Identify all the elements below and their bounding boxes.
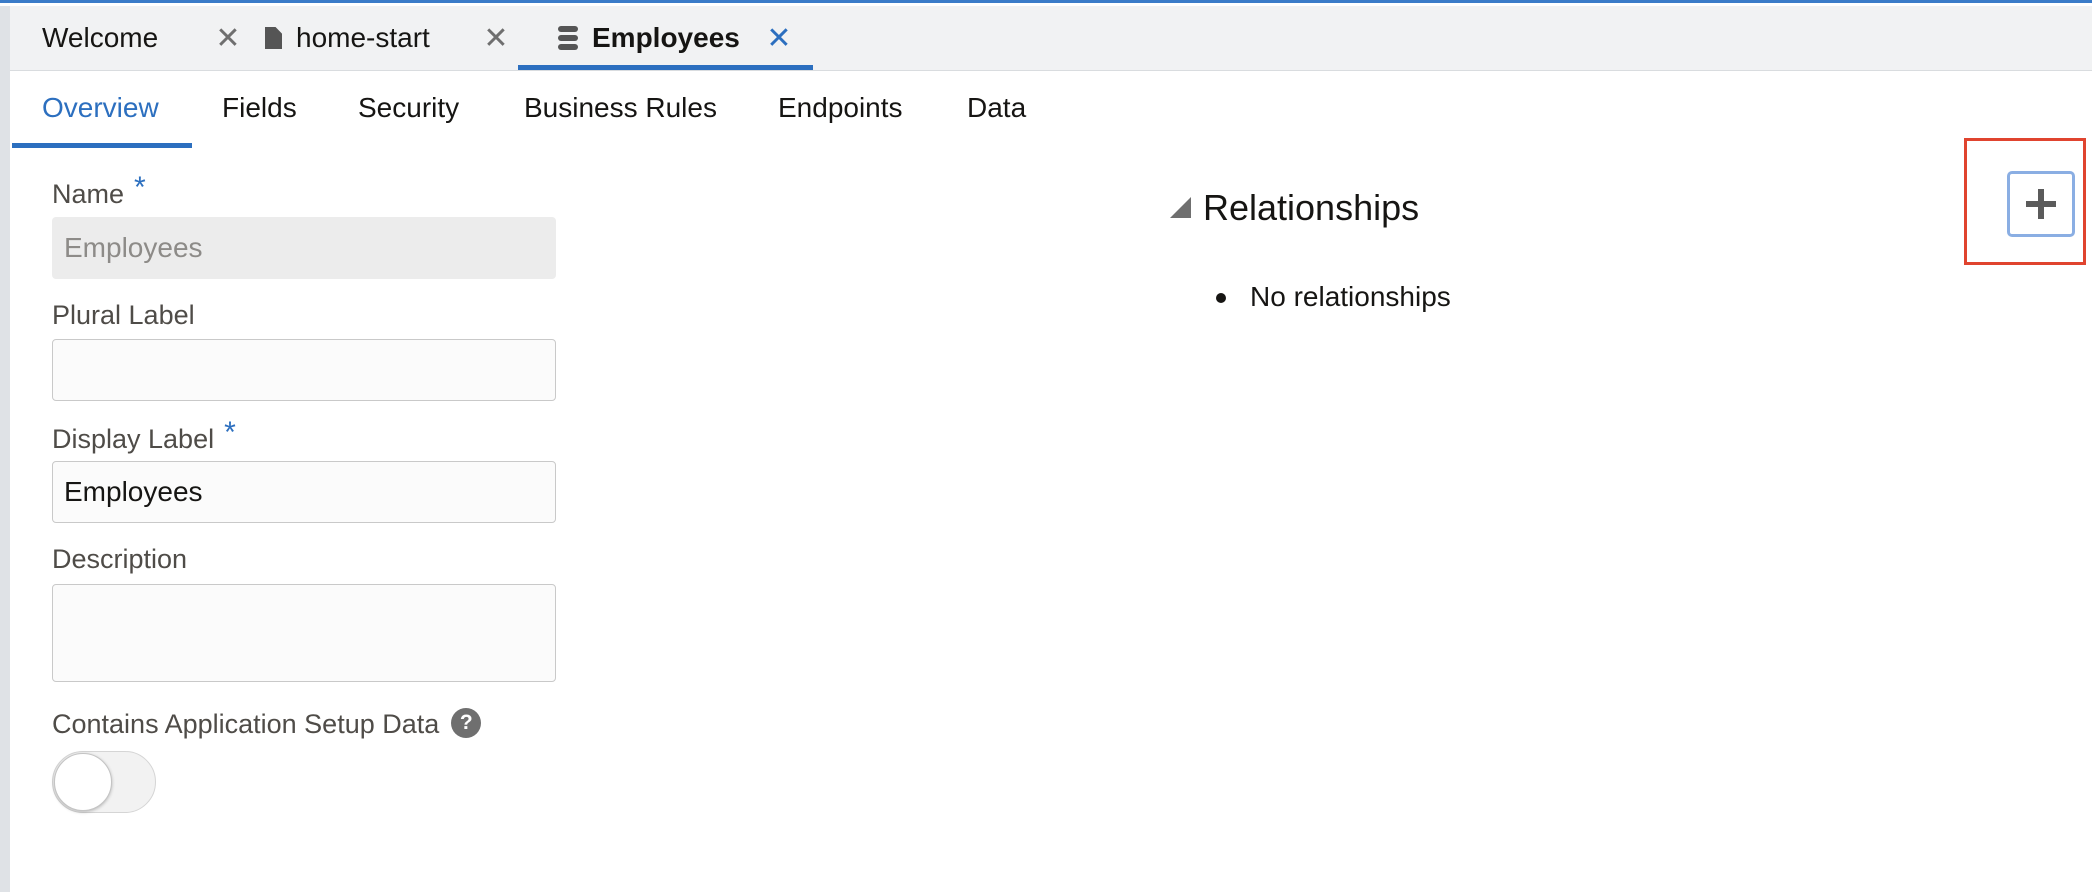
- left-gutter: [0, 6, 10, 892]
- setup-data-toggle[interactable]: [52, 751, 156, 813]
- required-marker: *: [134, 171, 146, 204]
- display-label-field[interactable]: Employees: [52, 461, 556, 523]
- add-relationship-button[interactable]: [2007, 171, 2075, 237]
- file-tab-home-start[interactable]: home-start ✕: [265, 6, 509, 70]
- description-field[interactable]: [52, 584, 556, 682]
- name-label: Name *: [52, 171, 146, 211]
- help-icon[interactable]: ?: [451, 707, 482, 738]
- relationships-empty-text: No relationships: [1250, 281, 1451, 312]
- plural-label-label: Plural Label: [52, 300, 195, 330]
- file-tab-label: Welcome: [42, 22, 159, 53]
- setup-data-label-text: Contains Application Setup Data: [52, 709, 440, 739]
- name-field[interactable]: Employees: [52, 217, 556, 279]
- active-subtab-indicator: [12, 143, 192, 148]
- database-icon: [558, 26, 578, 50]
- setup-data-label: Contains Application Setup Data?: [52, 707, 482, 741]
- file-tab-welcome[interactable]: Welcome ✕: [42, 6, 241, 70]
- display-label-label: Display Label *: [52, 416, 236, 456]
- tab-fields[interactable]: Fields: [222, 92, 297, 124]
- close-icon[interactable]: ✕: [763, 6, 795, 70]
- editor-window: Welcome ✕ home-start ✕ Employees ✕ Overv…: [0, 0, 2092, 892]
- relationships-heading: Relationships: [1203, 187, 1420, 228]
- tab-business-rules[interactable]: Business Rules: [524, 92, 717, 124]
- display-label-text: Display Label: [52, 424, 215, 454]
- plus-icon: [2026, 189, 2056, 219]
- description-label: Description: [52, 544, 188, 574]
- collapse-triangle-icon[interactable]: [1170, 197, 1191, 218]
- file-tab-bar: Welcome ✕ home-start ✕ Employees ✕: [10, 6, 2092, 71]
- document-icon: [265, 27, 282, 49]
- bullet-icon: [1216, 293, 1226, 303]
- tab-endpoints[interactable]: Endpoints: [778, 92, 903, 124]
- file-tab-label: Employees: [592, 22, 740, 53]
- tab-security[interactable]: Security: [358, 92, 459, 124]
- file-tab-employees[interactable]: Employees ✕: [518, 6, 813, 70]
- close-icon[interactable]: ✕: [212, 6, 244, 70]
- required-marker: *: [224, 416, 236, 449]
- toggle-knob: [54, 753, 112, 811]
- close-icon[interactable]: ✕: [480, 6, 512, 70]
- tab-overview[interactable]: Overview: [42, 92, 159, 124]
- file-tab-label: home-start: [296, 22, 430, 53]
- section-tab-bar: Overview Fields Security Business Rules …: [10, 70, 2092, 148]
- tab-data[interactable]: Data: [967, 92, 1026, 124]
- name-label-text: Name: [52, 179, 125, 209]
- plural-label-field[interactable]: [52, 339, 556, 401]
